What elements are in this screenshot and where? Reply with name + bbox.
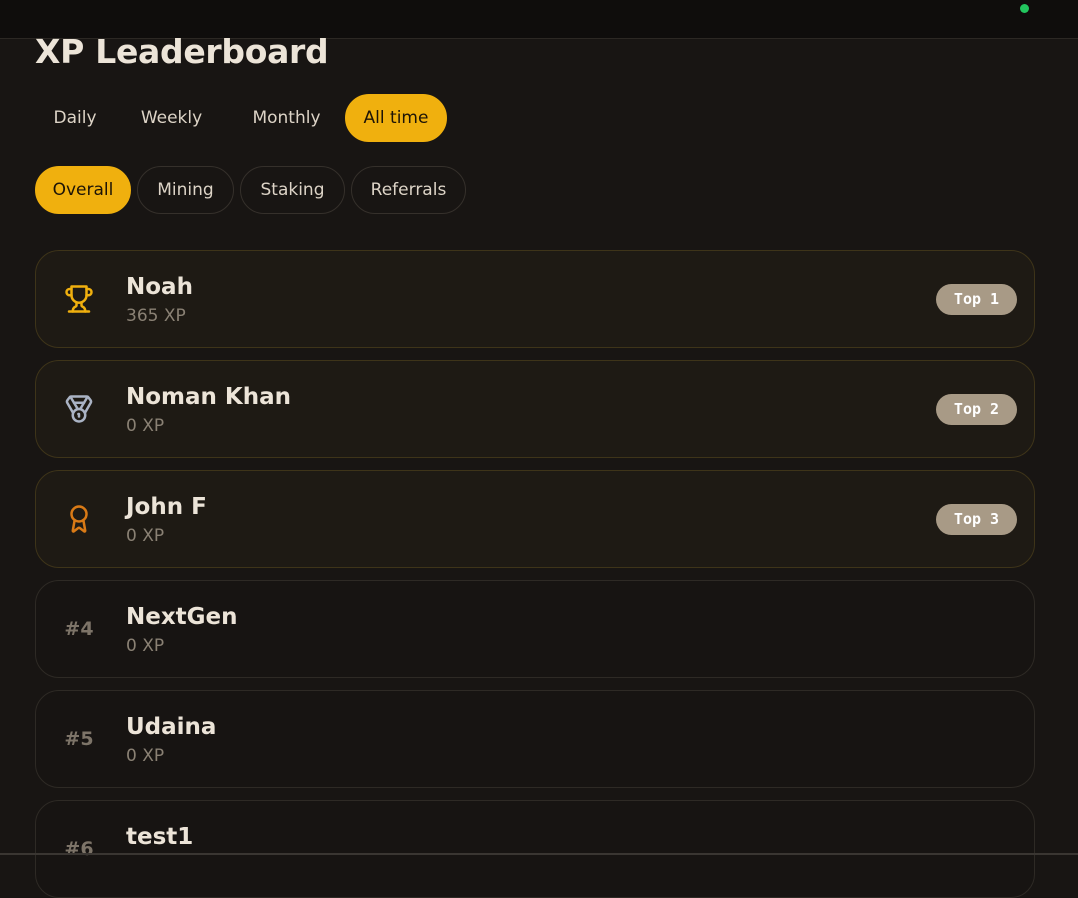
tab-mining[interactable]: Mining	[137, 166, 234, 214]
leaderboard-row[interactable]: John F 0 XP Top 3	[35, 470, 1035, 568]
tab-staking[interactable]: Staking	[240, 166, 345, 214]
user-name: Noman Khan	[126, 384, 292, 410]
rank-icon-container	[36, 251, 122, 347]
rank-icon-container	[36, 471, 122, 567]
rank-container: #6	[36, 801, 122, 897]
leaderboard-row[interactable]: Noman Khan 0 XP Top 2	[35, 360, 1035, 458]
rank-number: #4	[64, 618, 94, 640]
user-name: Noah	[126, 274, 193, 300]
category-tabs: Overall Mining Staking Referrals	[35, 166, 472, 214]
user-xp: 0 XP	[126, 526, 165, 546]
user-xp: 0 XP	[126, 746, 165, 766]
rank-container: #5	[36, 691, 122, 787]
tab-monthly[interactable]: Monthly	[228, 94, 345, 142]
rank-badge: Top 3	[936, 504, 1017, 535]
rank-badge: Top 2	[936, 394, 1017, 425]
tab-overall[interactable]: Overall	[35, 166, 131, 214]
tab-referrals[interactable]: Referrals	[351, 166, 466, 214]
user-name: Udaina	[126, 714, 217, 740]
user-name: John F	[126, 494, 207, 520]
tab-all-time[interactable]: All time	[345, 94, 447, 142]
rank-container: #4	[36, 581, 122, 677]
tab-daily[interactable]: Daily	[35, 94, 115, 142]
leaderboard-row[interactable]: Noah 365 XP Top 1	[35, 250, 1035, 348]
leaderboard-row[interactable]: #6 test1	[35, 800, 1035, 898]
rank-icon-container	[36, 361, 122, 457]
user-name: NextGen	[126, 604, 238, 630]
leaderboard-row[interactable]: #5 Udaina 0 XP	[35, 690, 1035, 788]
status-indicator	[1020, 4, 1029, 13]
trophy-icon	[65, 285, 93, 313]
period-tabs: Daily Weekly Monthly All time	[35, 94, 447, 142]
rank-number: #5	[64, 728, 94, 750]
rank-number: #6	[64, 838, 94, 860]
user-name: test1	[126, 824, 194, 850]
user-xp: 0 XP	[126, 636, 165, 656]
medal-icon	[65, 395, 93, 423]
tab-weekly[interactable]: Weekly	[115, 94, 228, 142]
user-xp: 365 XP	[126, 306, 186, 326]
leaderboard-row[interactable]: #4 NextGen 0 XP	[35, 580, 1035, 678]
user-xp: 0 XP	[126, 416, 165, 436]
rank-badge: Top 1	[936, 284, 1017, 315]
page-title: XP Leaderboard	[35, 32, 329, 71]
award-ribbon-icon	[70, 505, 88, 533]
